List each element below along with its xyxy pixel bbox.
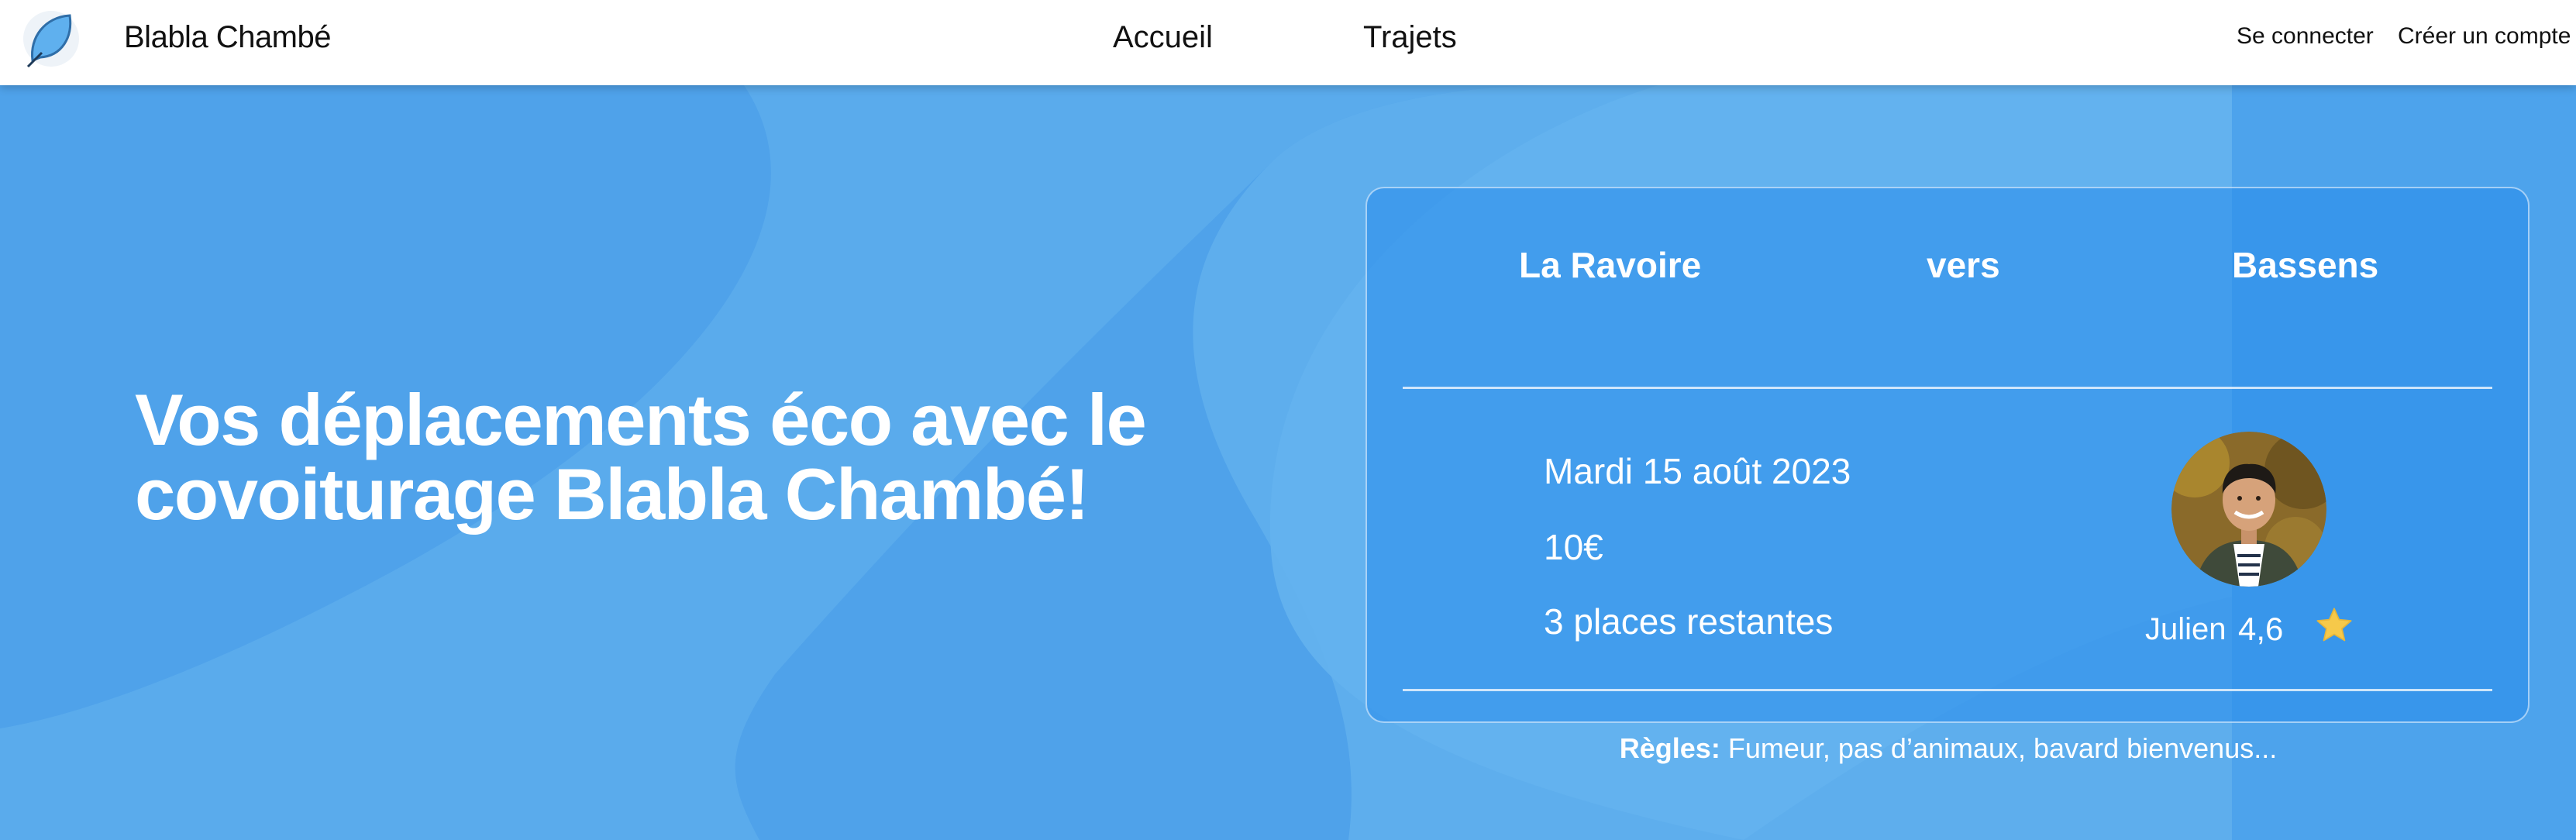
login-link[interactable]: Se connecter	[2237, 23, 2374, 50]
hero-section: Vos déplacements éco avec le covoiturage…	[0, 85, 2576, 840]
trip-destination: Bassens	[2232, 245, 2379, 285]
driver-avatar[interactable]	[2171, 432, 2326, 587]
trip-date: Mardi 15 août 2023	[1544, 451, 1851, 491]
nav-link-accueil[interactable]: Accueil	[1113, 20, 1213, 55]
card-divider-top	[1403, 387, 2492, 389]
trip-connector: vers	[1927, 245, 2000, 285]
trip-rules: Règles: Fumeur, pas d’animaux, bavard bi…	[1367, 732, 2530, 765]
leaf-icon[interactable]	[22, 6, 81, 71]
trip-origin: La Ravoire	[1519, 245, 1702, 285]
driver-rating: 4,6	[2238, 611, 2284, 647]
trip-seats: 3 places restantes	[1544, 601, 1834, 642]
rules-label: Règles:	[1619, 732, 1720, 764]
star-icon	[2316, 608, 2352, 642]
brand-name[interactable]: Blabla Chambé	[124, 20, 332, 55]
hero-headline: Vos déplacements éco avec le covoiturage…	[135, 383, 1297, 532]
rules-text: Fumeur, pas d’animaux, bavard bienvenus.…	[1727, 732, 2278, 764]
trip-card[interactable]: La Ravoire vers Bassens Mardi 15 août 20…	[1365, 187, 2530, 764]
navbar: Blabla Chambé Accueil Trajets Se connect…	[0, 0, 2576, 85]
nav-link-trajets[interactable]: Trajets	[1363, 20, 1457, 55]
signup-link[interactable]: Créer un compte	[2398, 23, 2571, 50]
driver-name: Julien	[2145, 612, 2226, 646]
hero-headline-line2: covoiturage Blabla Chambé!	[135, 453, 1090, 535]
card-divider-bottom	[1403, 689, 2492, 691]
trip-price: 10€	[1544, 527, 1603, 567]
hero-headline-line1: Vos déplacements éco avec le	[135, 379, 1147, 460]
